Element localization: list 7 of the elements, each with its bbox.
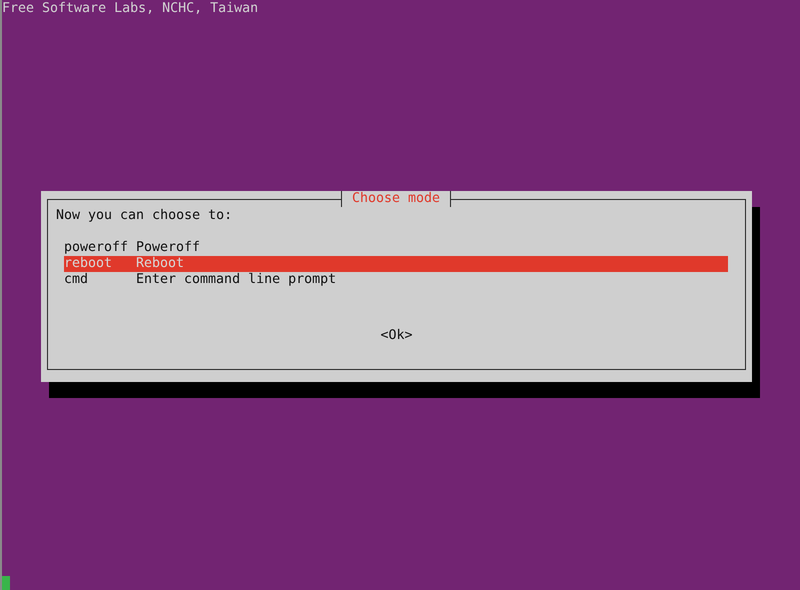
dialog-title: Choose mode bbox=[341, 191, 452, 207]
cursor-block bbox=[2, 576, 10, 590]
header-text: Free Software Labs, NCHC, Taiwan bbox=[2, 0, 258, 17]
ok-button[interactable]: <Ok> bbox=[380, 328, 413, 344]
menu-item[interactable]: cmd Enter command line prompt bbox=[64, 272, 728, 288]
prompt-text: Now you can choose to: bbox=[56, 208, 232, 224]
menu-item[interactable]: poweroff Poweroff bbox=[64, 240, 728, 256]
